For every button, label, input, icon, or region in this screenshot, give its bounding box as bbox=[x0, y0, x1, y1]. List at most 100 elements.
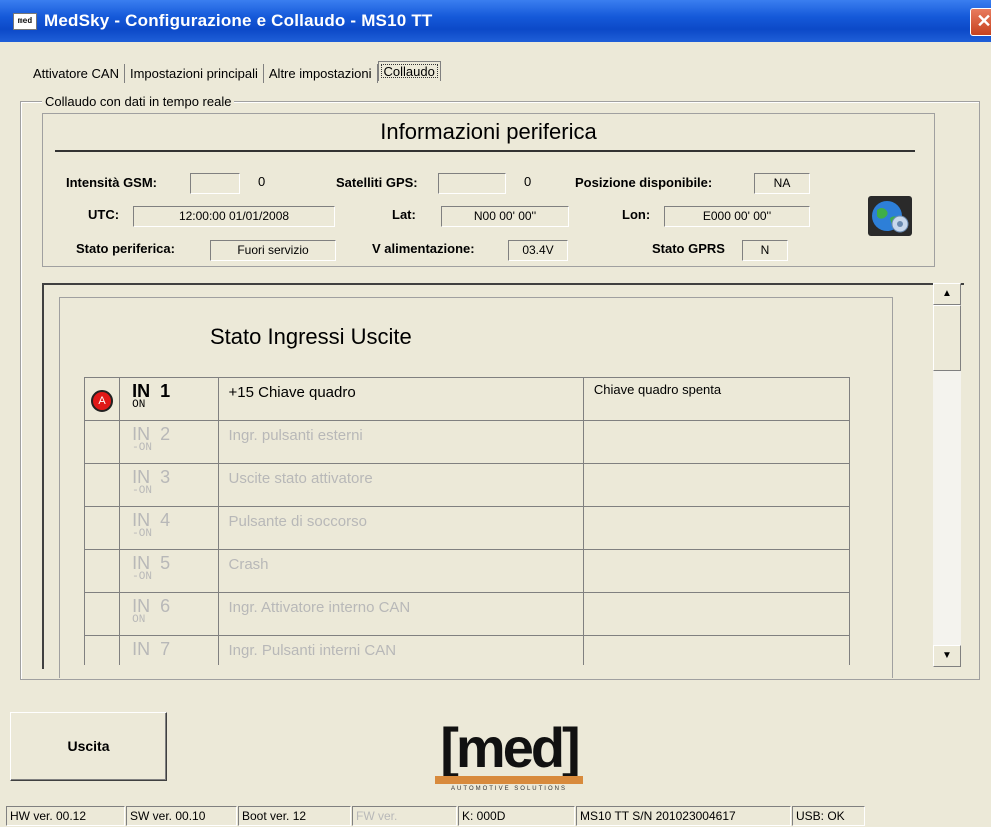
med-logo: [med] AUTOMOTIVE SOLUTIONS bbox=[413, 718, 605, 800]
io-id: IN 5 bbox=[120, 554, 217, 572]
status-sw: SW ver. 00.10 bbox=[126, 806, 237, 826]
tab-attivatore-can[interactable]: Attivatore CAN bbox=[28, 64, 125, 83]
io-in-label: IN bbox=[132, 553, 151, 573]
scroll-up-button[interactable]: ▲ bbox=[933, 283, 961, 305]
valim-label: V alimentazione: bbox=[372, 241, 475, 256]
io-id: IN 3 bbox=[120, 468, 217, 486]
window-title: MedSky - Configurazione e Collaudo - MS1… bbox=[44, 11, 433, 30]
io-desc-cell: Ingr. Attivatore interno CAN bbox=[217, 592, 584, 636]
io-id-cell: IN 7 bbox=[119, 635, 219, 665]
info-title: Informazioni periferica bbox=[380, 119, 597, 144]
status-hw: HW ver. 00.12 bbox=[6, 806, 125, 826]
io-title: Stato Ingressi Uscite bbox=[210, 324, 412, 349]
stato-label: Stato periferica: bbox=[76, 241, 175, 256]
lon-label: Lon: bbox=[622, 207, 651, 222]
tab-collaudo[interactable]: Collaudo bbox=[377, 61, 441, 81]
app-icon: med bbox=[13, 13, 37, 30]
io-id-cell: IN 6 ON bbox=[119, 592, 219, 636]
sat-bar bbox=[438, 173, 506, 194]
io-row: IN 4 -ON Pulsante di soccorso bbox=[84, 506, 851, 550]
io-desc: Ingr. Attivatore interno CAN bbox=[228, 599, 411, 616]
tab-impostazioni-principali[interactable]: Impostazioni principali bbox=[125, 64, 264, 83]
io-in-label: IN bbox=[132, 467, 151, 487]
io-sub: ON bbox=[132, 614, 146, 626]
close-button[interactable]: ✕ bbox=[970, 8, 991, 36]
io-sub: -ON bbox=[132, 528, 152, 540]
logo-accent-bar bbox=[435, 776, 583, 784]
io-badge-cell: A bbox=[84, 377, 121, 421]
utc-field: 12:00:00 01/01/2008 bbox=[133, 206, 335, 227]
pos-field: NA bbox=[754, 173, 810, 194]
io-desc: Uscite stato attivatore bbox=[228, 470, 373, 487]
io-state bbox=[584, 507, 849, 515]
title-bar[interactable]: med MedSky - Configurazione e Collaudo -… bbox=[0, 0, 991, 42]
io-row: IN 7 Ingr. Pulsanti interni CAN bbox=[84, 635, 851, 665]
tab-strip: Attivatore CAN Impostazioni principali Alt… bbox=[28, 61, 441, 85]
io-number: 7 bbox=[160, 639, 171, 659]
io-id-cell: IN 4 -ON bbox=[119, 506, 219, 550]
vertical-scrollbar[interactable]: ▲ ▼ bbox=[933, 283, 961, 667]
io-row: A IN 1 ON +15 Chiave quadro Chiave quadro sp… bbox=[84, 377, 851, 421]
io-number: 5 bbox=[160, 553, 171, 573]
exit-button[interactable]: Uscita bbox=[10, 712, 167, 781]
tab-altre-impostazioni[interactable]: Altre impostazioni bbox=[264, 64, 378, 83]
status-boot: Boot ver. 12 bbox=[238, 806, 351, 826]
io-id: IN 4 bbox=[120, 511, 217, 529]
io-in-label: IN bbox=[132, 510, 151, 530]
gprs-label: Stato GPRS bbox=[652, 241, 725, 256]
logo-wordmark: [med] bbox=[440, 716, 580, 779]
io-number: 4 bbox=[160, 510, 171, 530]
io-row: IN 6 ON Ingr. Attivatore interno CAN bbox=[84, 592, 851, 636]
status-serial: MS10 TT S/N 201023004617 bbox=[576, 806, 791, 826]
io-badge-cell bbox=[84, 592, 121, 636]
io-desc: Ingr. pulsanti esterni bbox=[228, 427, 363, 444]
io-badge-cell bbox=[84, 420, 121, 464]
scroll-down-button[interactable]: ▼ bbox=[933, 645, 961, 667]
io-state-cell bbox=[582, 506, 851, 550]
io-id-cell: IN 1 ON bbox=[119, 377, 219, 421]
stato-field: Fuori servizio bbox=[210, 240, 336, 261]
io-desc-cell: +15 Chiave quadro bbox=[217, 377, 584, 421]
status-k: K: 000D bbox=[458, 806, 575, 826]
lat-label: Lat: bbox=[392, 207, 416, 222]
io-number: 2 bbox=[160, 424, 171, 444]
io-badge-cell bbox=[84, 506, 121, 550]
io-state-cell: Chiave quadro spenta bbox=[582, 377, 851, 421]
sat-label: Satelliti GPS: bbox=[336, 175, 418, 190]
io-desc-cell: Ingr. pulsanti esterni bbox=[217, 420, 584, 464]
group-label: Collaudo con dati in tempo reale bbox=[42, 94, 235, 109]
gsm-value: 0 bbox=[258, 174, 266, 189]
io-table: A IN 1 ON +15 Chiave quadro Chiave quadro sp… bbox=[84, 377, 851, 665]
io-state bbox=[584, 550, 849, 558]
pos-label: Posizione disponibile: bbox=[575, 175, 713, 190]
io-id: IN 1 bbox=[120, 382, 217, 400]
io-state bbox=[584, 464, 849, 472]
io-desc-cell: Uscite stato attivatore bbox=[217, 463, 584, 507]
io-state bbox=[584, 421, 849, 429]
info-divider bbox=[55, 150, 915, 152]
io-in-label: IN bbox=[132, 424, 151, 444]
io-id-cell: IN 5 -ON bbox=[119, 549, 219, 593]
io-desc: Pulsante di soccorso bbox=[228, 513, 367, 530]
io-id: IN 2 bbox=[120, 425, 217, 443]
io-desc-cell: Ingr. Pulsanti interni CAN bbox=[217, 635, 584, 665]
io-number: 1 bbox=[160, 381, 171, 401]
io-state-cell bbox=[582, 635, 851, 665]
status-fw: FW ver. bbox=[352, 806, 457, 826]
scroll-thumb[interactable] bbox=[933, 305, 961, 371]
globe-icon[interactable] bbox=[868, 196, 912, 236]
io-state bbox=[584, 636, 849, 644]
io-sub: ON bbox=[132, 399, 146, 411]
utc-label: UTC: bbox=[88, 207, 120, 222]
io-row: IN 3 -ON Uscite stato attivatore bbox=[84, 463, 851, 507]
status-bar: HW ver. 00.12 SW ver. 00.10 Boot ver. 12… bbox=[6, 806, 991, 826]
io-row: IN 5 -ON Crash bbox=[84, 549, 851, 593]
io-number: 6 bbox=[160, 596, 171, 616]
lon-field: E000 00' 00'' bbox=[664, 206, 810, 227]
io-desc: +15 Chiave quadro bbox=[228, 384, 356, 401]
io-badge-cell bbox=[84, 463, 121, 507]
io-state-cell bbox=[582, 592, 851, 636]
io-in-label: IN bbox=[132, 639, 151, 659]
io-badge-cell bbox=[84, 635, 121, 665]
io-state-cell bbox=[582, 549, 851, 593]
